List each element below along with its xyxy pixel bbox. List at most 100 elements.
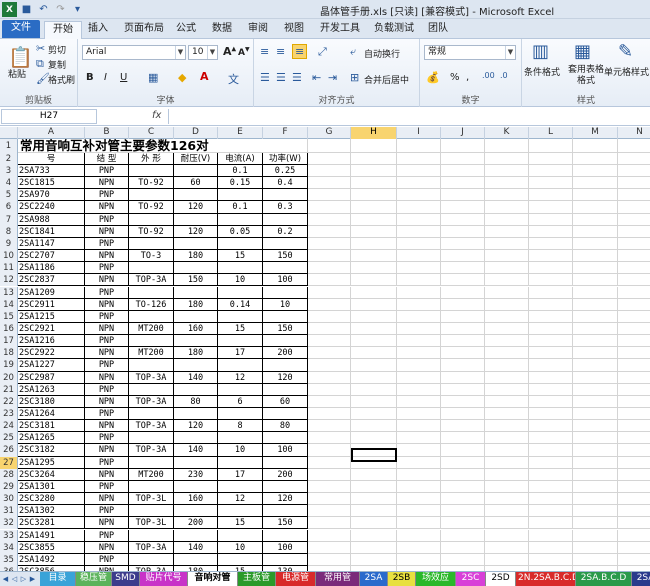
cell[interactable] <box>308 286 351 299</box>
cell[interactable] <box>351 529 397 542</box>
cell[interactable] <box>397 347 441 360</box>
cell[interactable] <box>129 262 174 275</box>
row-header[interactable]: 25 <box>0 432 18 445</box>
cell[interactable] <box>129 456 174 469</box>
cell[interactable] <box>573 298 618 311</box>
cell[interactable] <box>529 420 573 433</box>
cell[interactable] <box>308 468 351 481</box>
cell[interactable]: 2SA1264 <box>18 408 85 421</box>
column-header-n[interactable]: N <box>618 127 650 139</box>
cell[interactable] <box>618 444 650 456</box>
row-header[interactable]: 3 <box>0 165 18 178</box>
cell[interactable]: 2SC3855 <box>18 541 85 554</box>
cell[interactable] <box>485 383 529 396</box>
cell[interactable] <box>397 322 441 336</box>
cell[interactable] <box>308 322 351 336</box>
row-header[interactable]: 10 <box>0 250 18 263</box>
cell[interactable] <box>263 359 308 372</box>
column-title[interactable]: 功率(W) <box>263 153 308 165</box>
cell[interactable] <box>529 298 573 311</box>
row-header[interactable]: 35 <box>0 553 18 566</box>
cell[interactable]: 6 <box>218 395 263 408</box>
cell[interactable]: PNP <box>85 432 129 445</box>
cell[interactable]: PNP <box>85 262 129 275</box>
cell[interactable]: 2SC3180 <box>18 395 85 408</box>
cell[interactable]: 150 <box>263 517 308 530</box>
cell[interactable] <box>351 505 397 518</box>
row-header[interactable]: 34 <box>0 541 18 554</box>
cell[interactable] <box>308 153 351 165</box>
cell[interactable]: NPN <box>85 250 129 263</box>
cell[interactable] <box>129 310 174 323</box>
comma-button[interactable]: , <box>466 72 469 83</box>
cell[interactable]: 80 <box>263 420 308 433</box>
cell[interactable]: 180 <box>174 250 218 263</box>
row-header[interactable]: 22 <box>0 395 18 408</box>
row-header[interactable]: 13 <box>0 286 18 299</box>
cell[interactable]: 2SC3281 <box>18 517 85 530</box>
cell[interactable] <box>308 225 351 238</box>
cell[interactable] <box>397 298 441 311</box>
first-sheet-icon[interactable]: ◀ <box>1 573 10 585</box>
cell[interactable]: NPN <box>85 347 129 360</box>
cell[interactable] <box>263 237 308 251</box>
cell[interactable]: 0.2 <box>263 225 308 238</box>
cell[interactable] <box>308 250 351 263</box>
select-all-corner[interactable] <box>0 127 18 139</box>
tab-team[interactable]: 团队 <box>424 21 452 39</box>
cell[interactable] <box>308 335 351 348</box>
cell[interactable]: NPN <box>85 274 129 287</box>
align-top-icon[interactable]: ≡ <box>260 45 269 58</box>
conditional-format-button[interactable]: 条件格式 <box>524 65 560 78</box>
cell[interactable] <box>441 177 485 190</box>
column-header-h[interactable]: H <box>351 127 397 139</box>
cell[interactable] <box>397 383 441 396</box>
cell[interactable]: 2SC2240 <box>18 201 85 214</box>
row-header[interactable]: 7 <box>0 213 18 226</box>
cell[interactable] <box>529 383 573 396</box>
cell[interactable] <box>351 517 397 530</box>
cell[interactable]: 60 <box>263 395 308 408</box>
cell[interactable] <box>263 529 308 542</box>
cell[interactable] <box>308 553 351 566</box>
cell[interactable] <box>351 383 397 396</box>
cell[interactable] <box>618 347 650 359</box>
cell[interactable] <box>573 335 618 348</box>
cell[interactable] <box>351 408 397 421</box>
cell[interactable] <box>441 310 485 323</box>
cell[interactable] <box>485 493 529 506</box>
cell[interactable]: 180 <box>174 298 218 311</box>
cell[interactable]: 2SC2987 <box>18 371 85 384</box>
cell[interactable] <box>618 214 650 226</box>
cell[interactable] <box>218 529 263 542</box>
cell[interactable] <box>618 201 650 213</box>
cell[interactable]: 100 <box>263 541 308 554</box>
cell[interactable] <box>529 335 573 348</box>
cell[interactable]: TOP-3A <box>129 274 174 287</box>
cell[interactable] <box>618 396 650 408</box>
cell[interactable] <box>218 505 263 518</box>
cell[interactable]: PNP <box>85 408 129 421</box>
borders-icon[interactable]: ▦ <box>148 71 158 84</box>
cell[interactable] <box>573 529 618 542</box>
cell[interactable]: 2SC1815 <box>18 177 85 190</box>
cell[interactable] <box>351 213 397 226</box>
customize-qat-icon[interactable]: ▾ <box>70 2 85 17</box>
cell[interactable]: 2SA1147 <box>18 237 85 251</box>
cell[interactable] <box>351 225 397 238</box>
bold-button[interactable]: B <box>86 72 94 83</box>
cell[interactable] <box>351 432 397 445</box>
cell[interactable] <box>529 153 573 165</box>
cell[interactable] <box>573 383 618 396</box>
cell[interactable] <box>397 408 441 421</box>
align-center-icon[interactable]: ☰ <box>276 71 286 84</box>
orientation-icon[interactable]: ⤢ <box>318 45 327 59</box>
cell[interactable] <box>441 371 485 384</box>
cell[interactable] <box>529 395 573 408</box>
cell[interactable] <box>263 213 308 226</box>
cell[interactable] <box>263 480 308 494</box>
cell[interactable]: PNP <box>85 310 129 323</box>
cell[interactable] <box>441 408 485 421</box>
fx-icon[interactable]: fx <box>152 110 161 121</box>
tab-page-layout[interactable]: 页面布局 <box>118 21 170 39</box>
